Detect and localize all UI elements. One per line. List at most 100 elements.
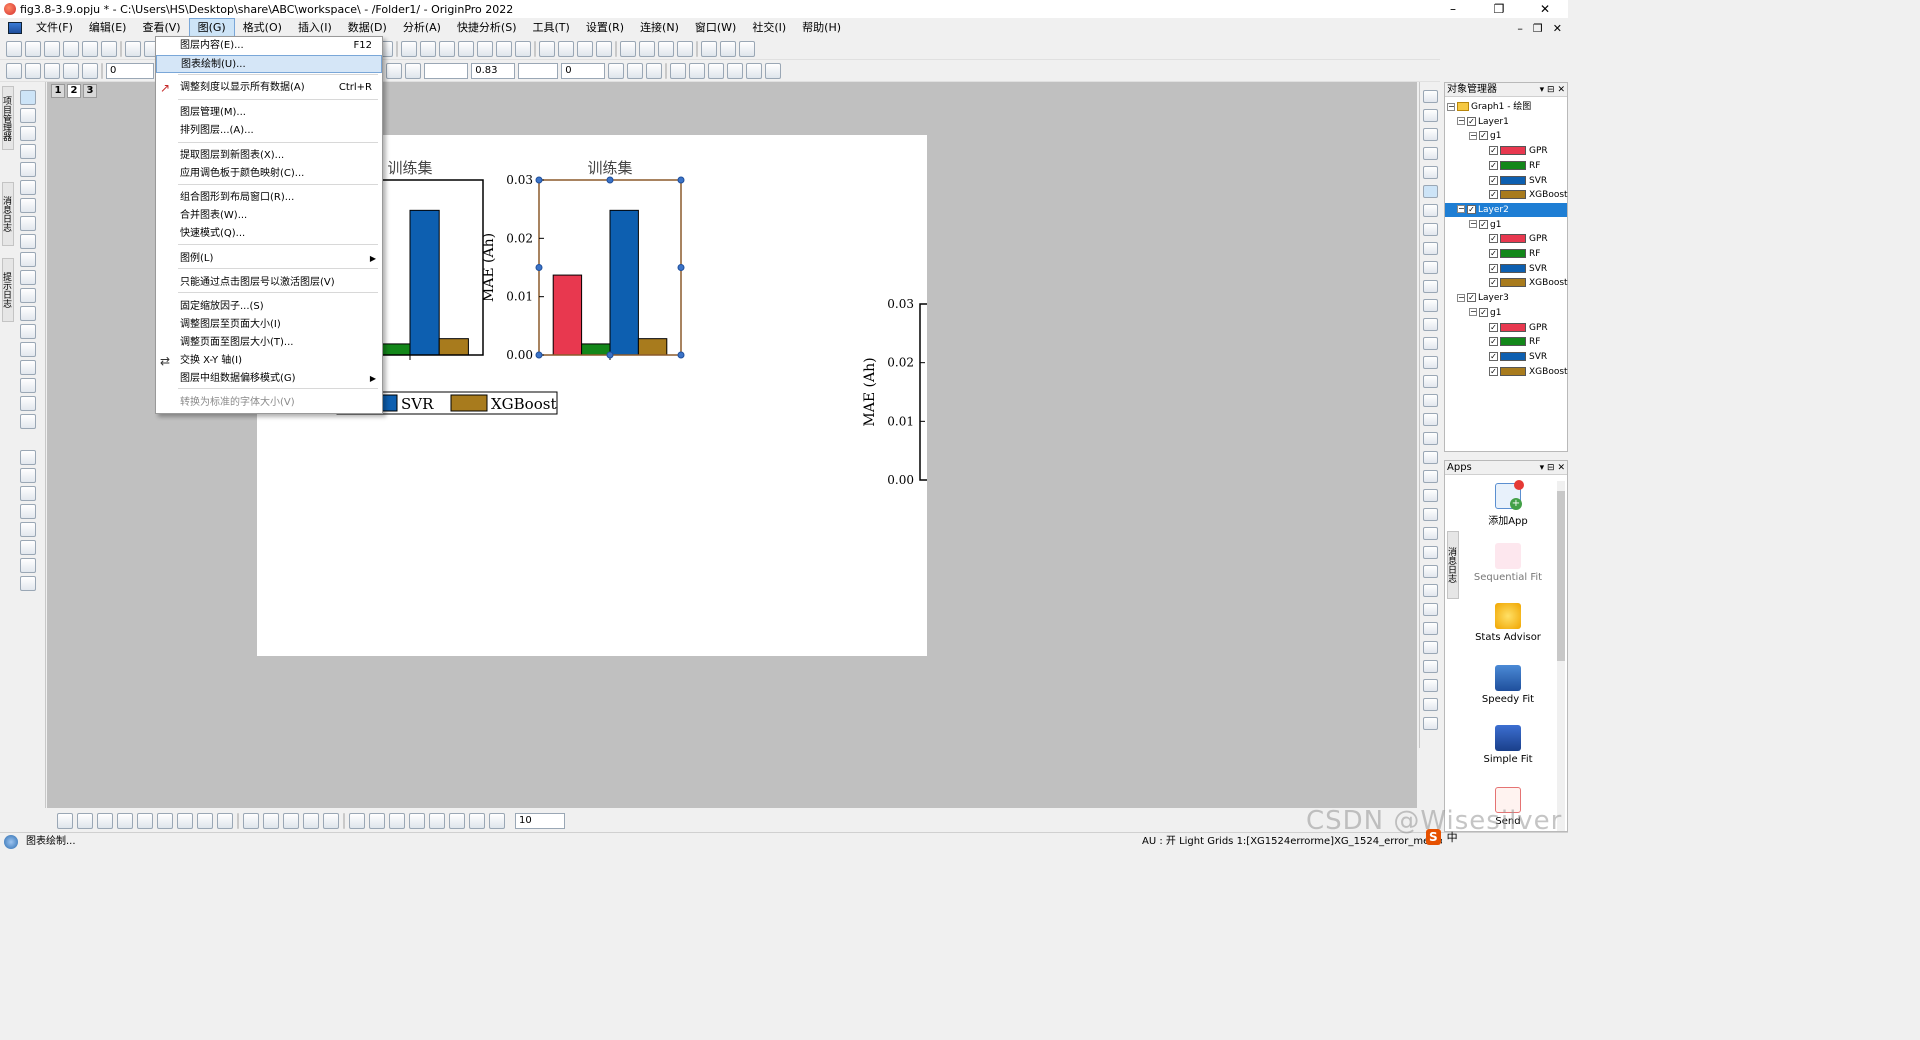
- merge-icon[interactable]: [63, 62, 79, 79]
- arrange-right-icon[interactable]: [701, 40, 717, 57]
- apps-side-tab[interactable]: 消息日志: [1446, 531, 1459, 599]
- layer-right-icon[interactable]: [1423, 394, 1438, 407]
- column-plot-icon[interactable]: [117, 813, 133, 829]
- filter-icon[interactable]: [496, 40, 512, 57]
- layer-spread-icon[interactable]: [1423, 432, 1438, 445]
- layer-copy-icon[interactable]: [1423, 527, 1438, 540]
- box-plot-icon[interactable]: [217, 813, 233, 829]
- set-none-icon[interactable]: [596, 40, 612, 57]
- new-workbook-icon[interactable]: [44, 40, 60, 57]
- tree-layer-node[interactable]: − ✓ Layer3: [1445, 291, 1567, 305]
- 3d-surface-icon[interactable]: [243, 813, 259, 829]
- marker-icon[interactable]: [670, 62, 687, 79]
- layer-group-icon[interactable]: [1423, 660, 1438, 673]
- tree-series-node[interactable]: ✓ GPR: [1445, 321, 1567, 335]
- new-layer-2-icon[interactable]: [1423, 204, 1438, 217]
- graph-menu-item[interactable]: 图层中组数据偏移模式(G) ▶: [156, 370, 382, 388]
- insert-graph-icon[interactable]: [20, 360, 36, 375]
- graph-menu-item[interactable]: 图例(L) ▶: [156, 250, 382, 268]
- ungroup-icon[interactable]: [708, 62, 725, 79]
- heatmap-icon[interactable]: [323, 813, 339, 829]
- tree-series-node[interactable]: ✓ XGBoost: [1445, 276, 1568, 290]
- contour-plot-icon[interactable]: [177, 813, 193, 829]
- menu-settings[interactable]: 设置(R): [578, 19, 632, 37]
- set-z-icon[interactable]: [577, 40, 593, 57]
- graph-menu-item[interactable]: 固定缩放因子...(S): [156, 298, 382, 316]
- sort-icon[interactable]: [420, 40, 436, 57]
- new-project-icon[interactable]: [6, 40, 22, 57]
- table-icon[interactable]: [765, 62, 782, 79]
- hatch-icon[interactable]: [608, 62, 625, 79]
- menu-format[interactable]: 格式(O): [235, 19, 290, 37]
- offset-field[interactable]: 0: [561, 62, 606, 79]
- arrange-layers-icon[interactable]: [1423, 261, 1438, 274]
- sum-icon[interactable]: [401, 40, 417, 57]
- tree-series-node[interactable]: ✓ RF: [1445, 335, 1567, 349]
- set-x-icon[interactable]: [539, 40, 555, 57]
- layer-link-icon[interactable]: [1423, 337, 1438, 350]
- layer-delete-icon[interactable]: [1423, 565, 1438, 578]
- open-icon[interactable]: [125, 40, 141, 57]
- extract-icon[interactable]: [1423, 242, 1438, 255]
- tree-series-node[interactable]: ✓ RF: [1445, 247, 1567, 261]
- back-icon[interactable]: [489, 813, 505, 829]
- stats-advisor-item[interactable]: Stats Advisor: [1463, 603, 1553, 643]
- align-top-icon[interactable]: [429, 813, 445, 829]
- layer-fit-icon[interactable]: [1423, 451, 1438, 464]
- scatter-plot-icon[interactable]: [77, 813, 93, 829]
- menu-insert[interactable]: 插入(I): [290, 19, 340, 37]
- tree-series-node[interactable]: ✓ XGBoost: [1445, 188, 1568, 202]
- plot-setup-icon[interactable]: [44, 62, 60, 79]
- zoom-field[interactable]: 10: [515, 813, 565, 829]
- arrow-tool-icon[interactable]: [20, 288, 36, 303]
- window-icon[interactable]: [746, 62, 763, 79]
- zoom-pan-icon[interactable]: [20, 126, 36, 141]
- sequential-fit-item[interactable]: Sequential Fit: [1463, 543, 1553, 583]
- tree-layer-node[interactable]: − ✓ Layer2: [1445, 202, 1567, 217]
- report-icon[interactable]: [20, 522, 36, 537]
- screen-reader-icon[interactable]: [20, 162, 36, 177]
- graph-menu-item[interactable]: 合并图表(W)...: [156, 207, 382, 225]
- add-left-y-icon[interactable]: [1423, 128, 1438, 141]
- tree-series-node[interactable]: ✓ SVR: [1445, 262, 1567, 276]
- previous-icon[interactable]: [639, 40, 655, 57]
- mdi-restore-button[interactable]: ❐: [1533, 22, 1543, 35]
- align-left-icon[interactable]: [389, 813, 405, 829]
- line-symbol-icon[interactable]: [97, 813, 113, 829]
- template-library-icon[interactable]: [349, 813, 365, 829]
- smart-hint-log-tab[interactable]: 提示日志: [1, 258, 14, 322]
- ternary-icon[interactable]: [303, 813, 319, 829]
- hand-tool-icon[interactable]: [20, 342, 36, 357]
- menu-view[interactable]: 查看(V): [134, 19, 188, 37]
- layer-hide-icon[interactable]: [1423, 603, 1438, 616]
- last-icon[interactable]: [677, 40, 693, 57]
- tree-group-node[interactable]: − ✓ g1: [1445, 218, 1567, 232]
- layer-mid-icon[interactable]: [1423, 413, 1438, 426]
- layer-rescale-icon[interactable]: [1423, 166, 1438, 179]
- language-indicator[interactable]: 中: [1447, 829, 1458, 845]
- tree-graph-node[interactable]: − Graph1 - 绘图: [1445, 100, 1567, 114]
- graph-menu-item[interactable]: ⇄ 交换 X-Y 轴(I): [156, 352, 382, 370]
- column-chart-icon[interactable]: [439, 40, 455, 57]
- annotation-icon[interactable]: [20, 198, 36, 213]
- grid-icon[interactable]: [646, 62, 663, 79]
- layer-bottom-icon[interactable]: [1423, 280, 1438, 293]
- templates-icon[interactable]: [82, 62, 98, 79]
- data-reader-icon[interactable]: [20, 180, 36, 195]
- graph-menu-item[interactable]: ↗ 调整刻度以显示所有数据(A) Ctrl+R: [156, 79, 382, 97]
- insert-table-icon[interactable]: [20, 414, 36, 429]
- pointer-icon[interactable]: [20, 90, 36, 105]
- menu-social[interactable]: 社交(I): [744, 19, 794, 37]
- color-bar-icon[interactable]: [20, 450, 36, 465]
- graph-menu-item[interactable]: 图层内容(E)... F12: [156, 37, 382, 55]
- new-matrix-icon[interactable]: [82, 40, 98, 57]
- layer-order-icon[interactable]: [1423, 470, 1438, 483]
- clone-icon[interactable]: [369, 813, 385, 829]
- insert-image-icon[interactable]: [20, 378, 36, 393]
- tree-series-node[interactable]: ✓ GPR: [1445, 232, 1567, 246]
- layer-tab-3[interactable]: 3: [83, 84, 97, 98]
- layer-paste-icon[interactable]: [1423, 546, 1438, 559]
- graph-menu-item[interactable]: 应用调色板于颜色映射(C)...: [156, 165, 382, 183]
- menu-quick-analysis[interactable]: 快捷分析(S): [449, 19, 525, 37]
- align-right-icon[interactable]: [409, 813, 425, 829]
